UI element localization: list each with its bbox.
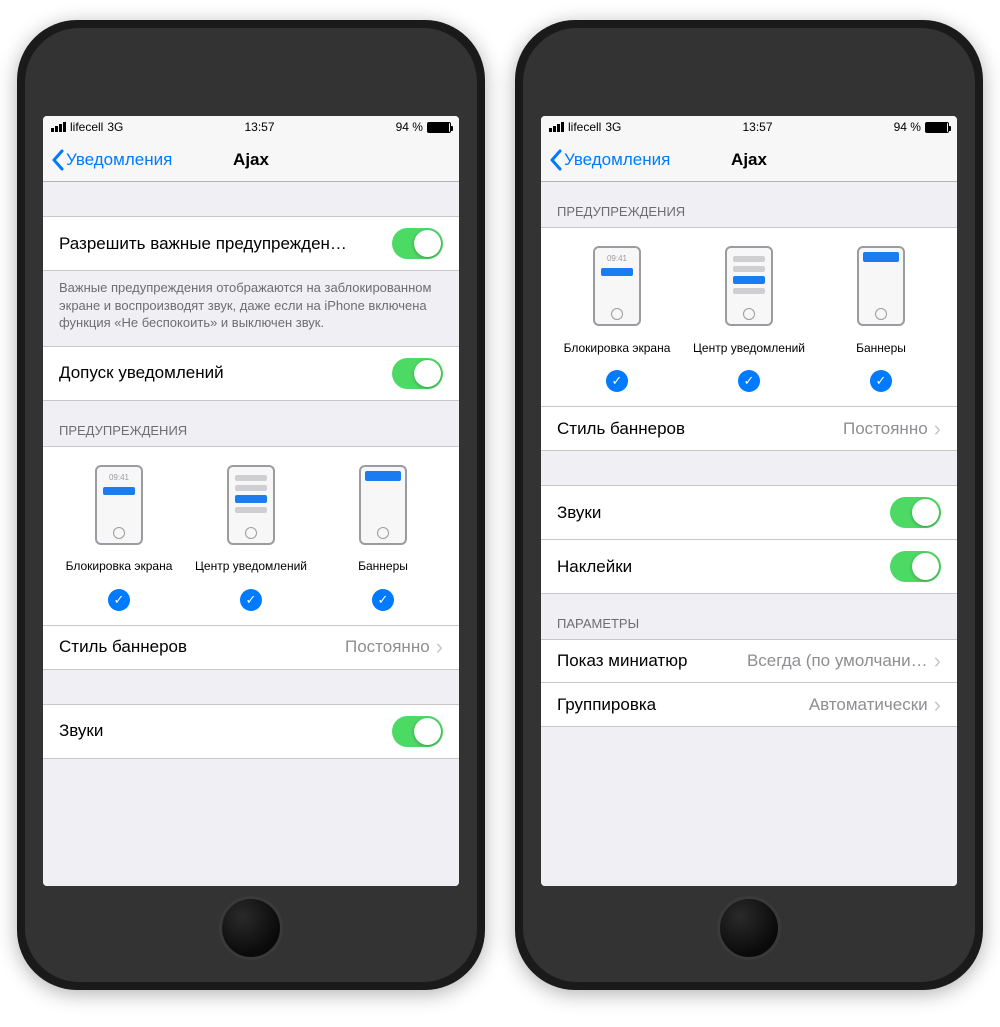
grouping-value: Автоматически — [809, 695, 928, 715]
row-sounds[interactable]: Звуки — [43, 704, 459, 759]
section-header-params: ПАРАМЕТРЫ — [541, 594, 957, 639]
lockscreen-preview-icon: 09:41 — [95, 465, 143, 545]
sounds-label: Звуки — [59, 721, 392, 741]
row-previews[interactable]: Показ миниатюр Всегда (по умолчани… › — [541, 639, 957, 683]
sounds-toggle[interactable] — [392, 716, 443, 747]
lockscreen-preview-icon: 09:41 — [593, 246, 641, 326]
signal-icon — [549, 122, 564, 132]
banner-preview-icon — [359, 465, 407, 545]
critical-alerts-label: Разрешить важные предупрежден… — [59, 234, 392, 254]
carrier-label: lifecell — [70, 120, 103, 134]
check-icon: ✓ — [738, 370, 760, 392]
phone-left: lifecell 3G 13:57 94 % Уведомления Ajax — [17, 20, 485, 990]
home-button[interactable] — [219, 896, 283, 960]
check-icon: ✓ — [870, 370, 892, 392]
alert-banner-label: Баннеры — [856, 334, 906, 362]
row-banner-style[interactable]: Стиль баннеров Постоянно › — [541, 407, 957, 451]
chevron-left-icon — [51, 149, 64, 171]
badges-label: Наклейки — [557, 557, 890, 577]
screen-right: lifecell 3G 13:57 94 % Уведомления Ajax … — [541, 116, 957, 886]
banner-style-value: Постоянно — [345, 637, 430, 657]
carrier-label: lifecell — [568, 120, 601, 134]
banner-style-label: Стиль баннеров — [59, 637, 345, 657]
clock-label: 13:57 — [742, 120, 772, 134]
allow-notifications-label: Допуск уведомлений — [59, 363, 392, 383]
grouping-label: Группировка — [557, 695, 809, 715]
badges-toggle[interactable] — [890, 551, 941, 582]
signal-icon — [51, 122, 66, 132]
back-label: Уведомления — [564, 150, 670, 170]
previews-label: Показ миниатюр — [557, 651, 747, 671]
previews-value: Всегда (по умолчани… — [747, 651, 928, 671]
battery-icon — [427, 122, 451, 133]
banner-preview-icon — [857, 246, 905, 326]
alert-lock-label: Блокировка экрана — [66, 553, 173, 581]
alert-option-center[interactable]: Центр уведомлений ✓ — [185, 465, 317, 611]
row-banner-style[interactable]: Стиль баннеров Постоянно › — [43, 626, 459, 670]
critical-alerts-note: Важные предупреждения отображаются на за… — [43, 271, 459, 346]
phone-right: lifecell 3G 13:57 94 % Уведомления Ajax … — [515, 20, 983, 990]
status-bar: lifecell 3G 13:57 94 % — [43, 116, 459, 138]
alert-option-lockscreen[interactable]: 09:41 Блокировка экрана ✓ — [53, 465, 185, 611]
alert-option-banner[interactable]: Баннеры ✓ — [815, 246, 947, 392]
sounds-toggle[interactable] — [890, 497, 941, 528]
clock-label: 13:57 — [244, 120, 274, 134]
sounds-label: Звуки — [557, 503, 890, 523]
check-icon: ✓ — [108, 589, 130, 611]
page-title: Ajax — [233, 150, 269, 170]
allow-notifications-toggle[interactable] — [392, 358, 443, 389]
row-critical-alerts[interactable]: Разрешить важные предупрежден… — [43, 216, 459, 271]
alert-center-label: Центр уведомлений — [195, 553, 307, 581]
banner-style-label: Стиль баннеров — [557, 419, 843, 439]
row-sounds[interactable]: Звуки — [541, 485, 957, 540]
battery-icon — [925, 122, 949, 133]
back-button[interactable]: Уведомления — [51, 149, 172, 171]
nav-bar: Уведомления Ajax — [43, 138, 459, 182]
center-preview-icon — [227, 465, 275, 545]
alert-center-label: Центр уведомлений — [693, 334, 805, 362]
row-allow-notifications[interactable]: Допуск уведомлений — [43, 346, 459, 401]
battery-pct-label: 94 % — [396, 120, 423, 134]
status-bar: lifecell 3G 13:57 94 % — [541, 116, 957, 138]
row-grouping[interactable]: Группировка Автоматически › — [541, 683, 957, 727]
alert-option-lockscreen[interactable]: 09:41 Блокировка экрана ✓ — [551, 246, 683, 392]
alert-banner-label: Баннеры — [358, 553, 408, 581]
banner-style-value: Постоянно — [843, 419, 928, 439]
home-button[interactable] — [717, 896, 781, 960]
check-icon: ✓ — [606, 370, 628, 392]
alert-style-picker: 09:41 Блокировка экрана ✓ Центр уведомле… — [541, 227, 957, 407]
chevron-left-icon — [549, 149, 562, 171]
alert-option-banner[interactable]: Баннеры ✓ — [317, 465, 449, 611]
nav-bar: Уведомления Ajax — [541, 138, 957, 182]
section-header-alerts: ПРЕДУПРЕЖДЕНИЯ — [43, 401, 459, 446]
alert-option-center[interactable]: Центр уведомлений ✓ — [683, 246, 815, 392]
back-label: Уведомления — [66, 150, 172, 170]
center-preview-icon — [725, 246, 773, 326]
page-title: Ajax — [731, 150, 767, 170]
critical-alerts-toggle[interactable] — [392, 228, 443, 259]
battery-pct-label: 94 % — [894, 120, 921, 134]
alert-style-picker: 09:41 Блокировка экрана ✓ Центр уведомле… — [43, 446, 459, 626]
check-icon: ✓ — [240, 589, 262, 611]
back-button[interactable]: Уведомления — [549, 149, 670, 171]
network-label: 3G — [605, 120, 621, 134]
section-header-alerts: ПРЕДУПРЕЖДЕНИЯ — [541, 182, 957, 227]
check-icon: ✓ — [372, 589, 394, 611]
row-badges[interactable]: Наклейки — [541, 540, 957, 594]
network-label: 3G — [107, 120, 123, 134]
alert-lock-label: Блокировка экрана — [564, 334, 671, 362]
screen-left: lifecell 3G 13:57 94 % Уведомления Ajax — [43, 116, 459, 886]
